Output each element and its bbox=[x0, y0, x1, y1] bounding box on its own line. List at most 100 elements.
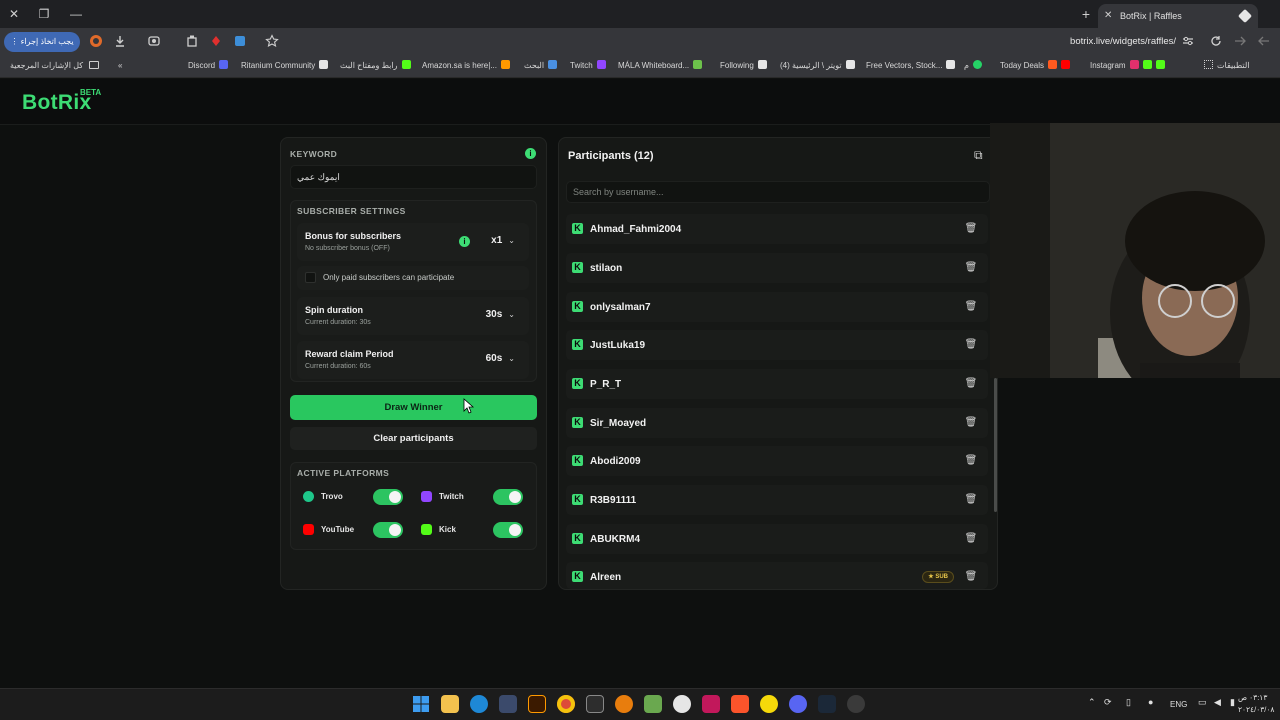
participant-row[interactable]: K Alreen ★ SUB 🗑 bbox=[566, 562, 988, 589]
bookmark-discord[interactable]: Discord bbox=[188, 60, 229, 72]
tray-battery-icon[interactable]: ▯ bbox=[1126, 697, 1131, 708]
delete-participant-icon[interactable]: 🗑 bbox=[964, 454, 978, 468]
bookmark-following[interactable]: Following bbox=[720, 60, 767, 72]
bonus-multiplier-dropdown[interactable]: x1 ⌄ bbox=[491, 235, 515, 246]
extension-blue-icon[interactable] bbox=[232, 34, 248, 50]
participant-row[interactable]: K Sir_Moayed 🗑 bbox=[566, 408, 988, 438]
new-tab-button[interactable]: + bbox=[1078, 4, 1094, 24]
delete-participant-icon[interactable]: 🗑 bbox=[964, 532, 978, 546]
obs-icon[interactable] bbox=[673, 695, 691, 713]
bookmark-today-deals[interactable]: Today Deals bbox=[1000, 60, 1071, 72]
chrome-icon[interactable] bbox=[557, 695, 575, 713]
bookmark-free-vectors[interactable]: Free Vectors, Stock... bbox=[866, 60, 956, 72]
discord-icon[interactable] bbox=[789, 695, 807, 713]
keyword-input[interactable]: ايموك عمي bbox=[290, 165, 537, 189]
participant-row[interactable]: K JustLuka19 🗑 bbox=[566, 330, 988, 360]
window-restore-icon[interactable]: ❐ bbox=[34, 4, 54, 24]
spin-duration-dropdown[interactable]: 30s ⌄ bbox=[486, 309, 515, 320]
file-explorer-icon[interactable] bbox=[441, 695, 459, 713]
tray-sync-icon[interactable]: ⟳ bbox=[1104, 697, 1112, 708]
window-close-icon[interactable]: ✕ bbox=[4, 4, 24, 24]
back-icon[interactable] bbox=[1256, 34, 1272, 50]
brave-icon[interactable] bbox=[731, 695, 749, 713]
clock-date[interactable]: ٢٠٢٤/٠٣/٠٨ bbox=[1238, 705, 1274, 714]
blender-icon[interactable] bbox=[615, 695, 633, 713]
tab-close-icon[interactable]: ✕ bbox=[1104, 4, 1112, 28]
spin-duration-subtitle: Current duration: 30s bbox=[305, 319, 371, 326]
app-icon[interactable] bbox=[702, 695, 720, 713]
windows-start-icon[interactable] bbox=[412, 695, 430, 713]
bookmark-apps[interactable]: التطبيقات bbox=[1204, 60, 1249, 72]
forward-icon[interactable] bbox=[1232, 34, 1248, 50]
participant-row[interactable]: K ABUKRM4 🗑 bbox=[566, 524, 988, 554]
bookmark-stream-key[interactable]: رابط ومفتاح البث bbox=[340, 60, 411, 72]
participant-row[interactable]: K Ahmad_Fahmi2004 🗑 bbox=[566, 214, 988, 244]
tray-power-icon[interactable]: ▮ bbox=[1230, 697, 1235, 708]
site-settings-icon[interactable] bbox=[1180, 34, 1196, 50]
bookmark-amazon[interactable]: Amazon.sa is here|... bbox=[422, 60, 510, 72]
bonus-info-icon[interactable]: i bbox=[459, 236, 470, 247]
draw-winner-button[interactable]: Draw Winner bbox=[290, 395, 537, 420]
paid-only-checkbox[interactable] bbox=[305, 272, 316, 283]
delete-participant-icon[interactable]: 🗑 bbox=[964, 493, 978, 507]
participant-row[interactable]: Kstilaon 🗑 bbox=[566, 253, 988, 283]
download-icon[interactable] bbox=[112, 34, 128, 50]
kick-icon: K bbox=[572, 571, 583, 582]
action-required-button[interactable]: ⋮ يجب اتخاذ إجراء bbox=[4, 32, 80, 52]
extension-red-icon[interactable] bbox=[208, 34, 224, 50]
app-yellow-icon[interactable] bbox=[760, 695, 778, 713]
bookmark-mala[interactable]: MÁLA Whiteboard... bbox=[618, 60, 703, 72]
delete-participant-icon[interactable]: 🗑 bbox=[964, 338, 978, 352]
all-bookmarks-folder[interactable]: كل الإشارات المرجعية bbox=[10, 60, 100, 72]
illustrator-icon[interactable] bbox=[528, 695, 546, 713]
participant-row[interactable]: K R3B91111 🗑 bbox=[566, 485, 988, 515]
screenshot-icon[interactable] bbox=[146, 34, 162, 50]
participant-row[interactable]: K Abodi2009 🗑 bbox=[566, 446, 988, 476]
edge-icon[interactable] bbox=[470, 695, 488, 713]
settings-icon[interactable] bbox=[847, 695, 865, 713]
bookmark-search[interactable]: البحث bbox=[524, 60, 558, 72]
bookmarks-overflow-icon[interactable]: « bbox=[118, 60, 122, 72]
participant-row[interactable]: Konlysalman7 🗑 bbox=[566, 292, 988, 322]
reward-claim-dropdown[interactable]: 60s ⌄ bbox=[486, 353, 515, 364]
participant-search-input[interactable]: Search by username... bbox=[566, 181, 990, 203]
minecraft-icon[interactable] bbox=[644, 695, 662, 713]
tray-network-icon[interactable]: ▭ bbox=[1198, 697, 1207, 708]
bookmark-twitter-home[interactable]: (4) تويتر \ الرئيسية bbox=[780, 60, 855, 72]
participant-row[interactable]: K P_R_T 🗑 bbox=[566, 369, 988, 399]
window-minimize-icon[interactable]: — bbox=[66, 4, 86, 24]
extensions-puzzle-icon[interactable] bbox=[184, 34, 200, 50]
store-icon[interactable] bbox=[499, 695, 517, 713]
youtube-toggle[interactable] bbox=[373, 522, 403, 538]
kick-toggle[interactable] bbox=[493, 522, 523, 538]
delete-participant-icon[interactable]: 🗑 bbox=[964, 377, 978, 391]
tray-overflow-icon[interactable]: ⌃ bbox=[1088, 697, 1096, 708]
paid-only-row[interactable]: Only paid subscribers can participate bbox=[297, 266, 529, 290]
steam-icon[interactable] bbox=[818, 695, 836, 713]
clock-time[interactable]: ٠٣:١٣ ص bbox=[1238, 693, 1267, 702]
bookmark-whatsapp[interactable]: م bbox=[964, 60, 982, 72]
delete-participant-icon[interactable]: 🗑 bbox=[964, 261, 978, 275]
delete-participant-icon[interactable]: 🗑 bbox=[964, 416, 978, 430]
tray-mic-icon[interactable]: ● bbox=[1148, 697, 1153, 707]
participants-scrollbar[interactable] bbox=[994, 378, 997, 512]
twitch-toggle[interactable] bbox=[493, 489, 523, 505]
delete-participant-icon[interactable]: 🗑 bbox=[964, 570, 978, 584]
delete-participant-icon[interactable]: 🗑 bbox=[964, 300, 978, 314]
bookmark-instagram[interactable]: Instagram bbox=[1090, 60, 1165, 72]
browser-tab[interactable]: ✕ BotRix | Raffles bbox=[1098, 4, 1258, 28]
extension-icon[interactable] bbox=[88, 34, 104, 50]
address-bar[interactable]: botrix.live/widgets/raffles/ bbox=[1000, 32, 1176, 52]
reload-icon[interactable] bbox=[1208, 34, 1224, 50]
language-indicator[interactable]: ENG bbox=[1170, 700, 1187, 709]
trovo-toggle[interactable] bbox=[373, 489, 403, 505]
bookmark-twitch[interactable]: Twitch bbox=[570, 60, 606, 72]
clear-participants-button[interactable]: Clear participants bbox=[290, 427, 537, 450]
bookmark-ritanium[interactable]: Ritanium Community bbox=[241, 60, 329, 72]
keyword-info-icon[interactable]: i bbox=[525, 148, 536, 159]
delete-participant-icon[interactable]: 🗑 bbox=[964, 222, 978, 236]
tray-volume-icon[interactable]: ◀ bbox=[1214, 697, 1221, 708]
7zip-icon[interactable] bbox=[586, 695, 604, 713]
copy-icon[interactable]: ⧉ bbox=[974, 148, 983, 163]
bookmark-star-icon[interactable] bbox=[264, 34, 280, 50]
